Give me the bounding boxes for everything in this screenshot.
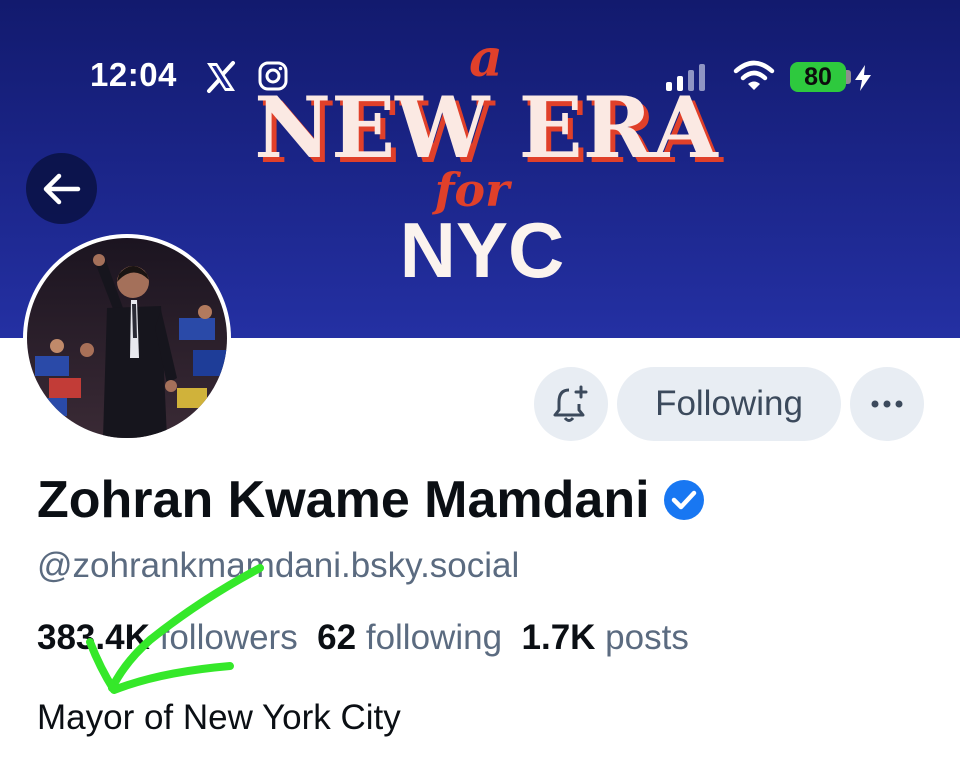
following-link[interactable]: 62 following (317, 618, 502, 657)
battery-level: 80 (804, 62, 832, 91)
wifi-icon (733, 60, 775, 90)
charging-bolt-icon (855, 65, 871, 91)
more-options-button[interactable] (850, 367, 924, 441)
following-button[interactable]: Following (617, 367, 841, 441)
posts-stat: 1.7K posts (522, 618, 689, 657)
ellipsis-icon (871, 400, 903, 408)
following-button-label: Following (655, 384, 803, 423)
avatar[interactable] (23, 234, 231, 442)
battery-icon: 80 (790, 62, 846, 92)
banner-city: NYC (400, 206, 565, 294)
x-logo-icon (207, 61, 235, 93)
arrow-left-icon (43, 173, 80, 204)
notify-button[interactable] (534, 367, 608, 441)
profile-stats: 383.4K followers 62 following 1.7K posts (37, 618, 689, 658)
instagram-icon (258, 61, 288, 91)
status-time: 12:04 (90, 56, 177, 93)
posts-label: posts (605, 618, 689, 657)
following-label: following (365, 618, 503, 657)
followers-label: followers (159, 618, 298, 657)
display-name: Zohran Kwame Mamdani (37, 471, 650, 529)
followers-count: 383.4K (37, 618, 150, 657)
display-name-row: Zohran Kwame Mamdani (37, 470, 706, 530)
verified-check-icon[interactable] (662, 478, 706, 522)
profile-handle: @zohrankmamdani.bsky.social (37, 546, 520, 585)
back-button[interactable] (26, 153, 97, 224)
following-count: 62 (317, 618, 357, 657)
profile-bio: Mayor of New York City (37, 698, 401, 737)
signal-icon (666, 64, 705, 91)
bell-plus-icon (553, 385, 588, 422)
battery-cap (846, 70, 851, 84)
followers-link[interactable]: 383.4K followers (37, 618, 298, 657)
posts-count: 1.7K (521, 618, 596, 657)
avatar-photo (27, 238, 227, 438)
